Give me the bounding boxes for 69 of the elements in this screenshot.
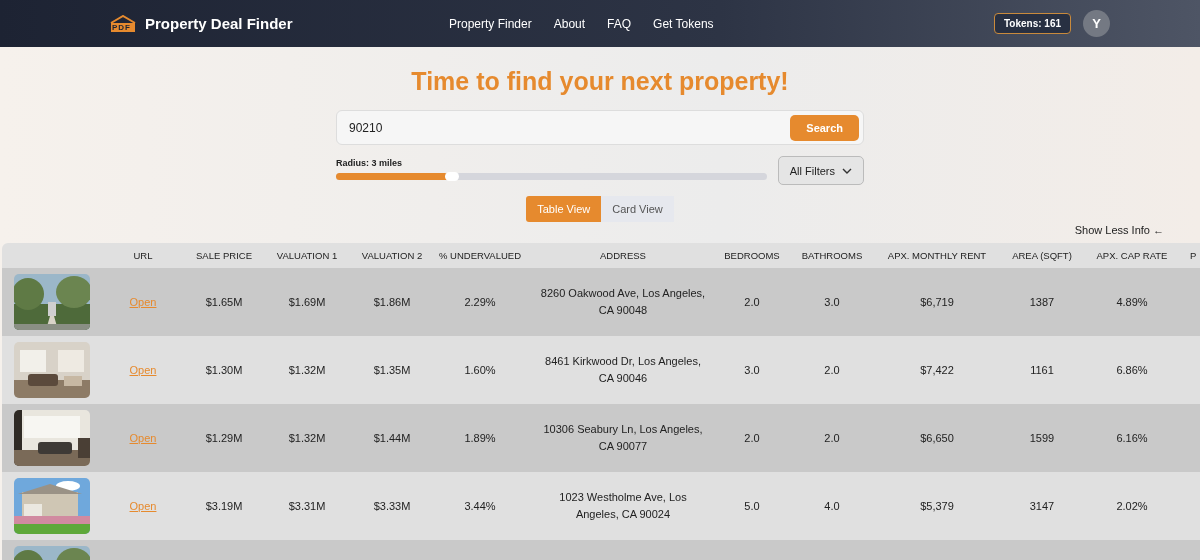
table-cell: $1.29M — [205, 432, 243, 444]
table-cell: $1.30M — [205, 364, 243, 376]
table-cell-text: 1023 Westholme Ave, Los Angeles, CA 90024 — [558, 490, 688, 522]
table-cell-text: 10306 Seabury Ln, Los Angeles, CA 90077 — [542, 422, 704, 454]
brand-name[interactable]: Property Deal Finder — [145, 15, 293, 32]
slider-thumb[interactable] — [445, 172, 460, 181]
table-cell: 1599 — [1029, 432, 1055, 444]
table-cell: 1387 — [1029, 296, 1055, 308]
table-cell: 2.0 — [744, 296, 760, 308]
info-toggle-link[interactable]: Show Less Info ← — [1074, 224, 1164, 236]
nav-link[interactable]: About — [553, 16, 586, 31]
table-cell: 3.0 — [744, 364, 760, 376]
column-header: SALE PRICE — [195, 249, 253, 263]
filters-button[interactable]: All Filters — [777, 156, 864, 185]
search-field[interactable]: 90210 Search — [336, 110, 864, 145]
column-header: VALUATION 1 — [275, 249, 339, 263]
table-cell: 1161 — [1030, 364, 1054, 376]
column-header: APX. MONTHLY RENT — [886, 249, 988, 263]
table-cell: 3.44% — [464, 500, 496, 512]
column-header: VALUATION 2 — [360, 249, 424, 263]
table-cell: $3.33M — [373, 500, 411, 512]
table-cell: 2.29% — [464, 296, 496, 308]
table-cell: $1.44M — [373, 432, 411, 444]
view-tab[interactable]: Card View — [601, 196, 674, 222]
table-cell-text: 8461 Kirkwood Dr, Los Angeles, CA 90046 — [544, 354, 702, 386]
table-cell: 3147 — [1029, 500, 1055, 512]
table-cell: $1.35M — [373, 364, 411, 376]
table-cell: 4.89% — [1116, 296, 1148, 308]
column-header: AREA (SQFT) — [1011, 249, 1073, 263]
nav-link[interactable]: FAQ — [607, 16, 632, 31]
table-cell: $6,719 — [920, 296, 954, 308]
table-cell: $1.69M — [288, 296, 326, 308]
nav-link[interactable]: Get Tokens — [653, 16, 714, 31]
nav-link[interactable]: Property Finder — [449, 16, 532, 31]
table-cell: 2.0 — [824, 364, 840, 376]
table-cell: $5,379 — [920, 500, 954, 512]
column-header: BATHROOMS — [800, 249, 864, 263]
avatar[interactable]: Y — [1083, 10, 1110, 37]
column-header: ADDRESS — [599, 249, 647, 263]
table-cell: $6,650 — [920, 432, 954, 444]
table-cell: $7,422 — [920, 364, 954, 376]
table-cell: 6.86% — [1116, 364, 1148, 376]
radius-label: Radius: 3 miles — [336, 158, 404, 168]
page-title: Time to find your next property! — [410, 67, 790, 96]
table-cell: 2.02% — [1116, 500, 1148, 512]
table-cell: $3.19M — [205, 500, 243, 512]
column-header: URL — [132, 249, 154, 263]
table-cell: $1.65M — [205, 296, 243, 308]
slider-track[interactable] — [336, 173, 767, 180]
table-cell: $3.31M — [288, 500, 326, 512]
table-cell: 2.0 — [824, 432, 840, 444]
chevron-icon — [842, 167, 852, 174]
table-cell: $1.32M — [288, 364, 326, 376]
column-header: APX. CAP RATE — [1095, 249, 1169, 263]
table-cell-text: 8260 Oakwood Ave, Los Angeles, CA 90048 — [539, 286, 707, 318]
column-header: P — [1189, 249, 1198, 263]
table-cell: 6.16% — [1116, 432, 1148, 444]
column-header: BEDROOMS — [723, 249, 781, 263]
table-cell: 4.0 — [824, 500, 840, 512]
table-cell: 2.0 — [744, 432, 760, 444]
table-cell: 1.89% — [464, 432, 496, 444]
table-cell: 3.0 — [824, 296, 840, 308]
search-input[interactable]: 90210 — [347, 119, 791, 136]
table-cell: $1.32M — [288, 432, 326, 444]
table-cell: 1.60% — [464, 364, 496, 376]
table-cell: 5.0 — [744, 500, 760, 512]
table-cell: $1.86M — [373, 296, 411, 308]
tokens-badge[interactable]: Tokens: 161 — [993, 13, 1071, 34]
column-header: % UNDERVALUED — [438, 249, 522, 263]
